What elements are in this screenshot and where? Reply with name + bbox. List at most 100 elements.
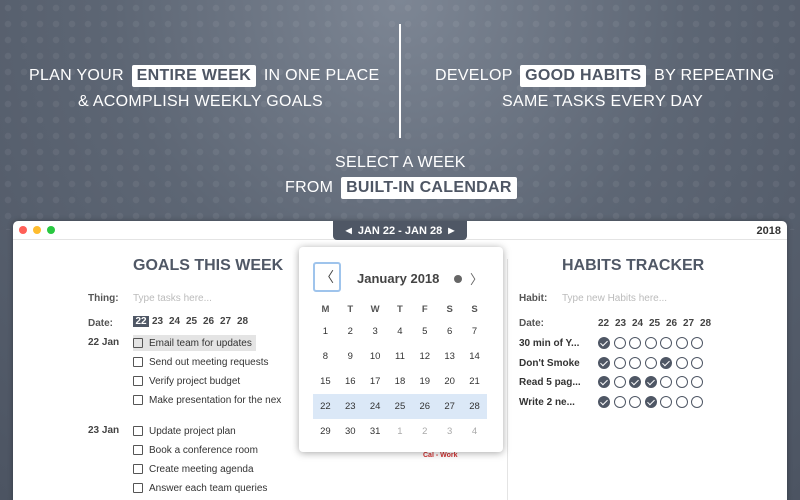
- week-range-label[interactable]: JAN 22 - JAN 28: [358, 225, 442, 237]
- calendar-day[interactable]: 30: [338, 426, 363, 437]
- calendar-week-row[interactable]: 22 23 24 25 26 27 28: [313, 394, 487, 419]
- calendar-day[interactable]: 5: [412, 326, 437, 337]
- prev-week-button[interactable]: ◀: [346, 226, 352, 235]
- task-checkbox[interactable]: [133, 376, 143, 386]
- calendar-day[interactable]: 9: [338, 351, 363, 362]
- calendar-day[interactable]: 1: [313, 326, 338, 337]
- habit-check-circle[interactable]: [629, 395, 641, 408]
- zoom-window-button[interactable]: [47, 226, 55, 234]
- calendar-week-row[interactable]: 8 9 10 11 12 13 14: [313, 344, 487, 369]
- calendar-day[interactable]: 10: [363, 351, 388, 362]
- habit-input[interactable]: Type new Habits here...: [562, 293, 667, 304]
- calendar-day[interactable]: 1: [388, 426, 413, 437]
- habit-check-circle[interactable]: [660, 356, 672, 369]
- task-item[interactable]: Answer each team queries: [133, 480, 271, 496]
- next-week-button[interactable]: ▶: [448, 226, 454, 235]
- task-item[interactable]: Send out meeting requests: [133, 354, 273, 370]
- calendar-day[interactable]: 2: [412, 426, 437, 437]
- calendar-day[interactable]: 24: [363, 401, 388, 412]
- calendar-day[interactable]: 26: [412, 401, 437, 412]
- calendar-day[interactable]: 4: [462, 426, 487, 437]
- thing-input[interactable]: Type tasks here...: [133, 293, 212, 304]
- calendar-day[interactable]: 2: [338, 326, 363, 337]
- minimize-window-button[interactable]: [33, 226, 41, 234]
- calendar-day[interactable]: 31: [363, 426, 388, 437]
- habit-check-circle[interactable]: [691, 395, 703, 408]
- habit-check-circle[interactable]: [644, 395, 657, 408]
- calendar-day[interactable]: 14: [462, 351, 487, 362]
- habit-check-circle[interactable]: [598, 395, 610, 408]
- calendar-day[interactable]: 29: [313, 426, 338, 437]
- habit-check-circle[interactable]: [675, 356, 688, 369]
- habit-check-circle[interactable]: [629, 376, 641, 388]
- habit-check-circle[interactable]: [598, 356, 610, 369]
- habit-check-circle[interactable]: [613, 356, 626, 369]
- calendar-day[interactable]: 21: [462, 376, 487, 387]
- habit-check-circle[interactable]: [675, 337, 688, 349]
- task-item[interactable]: Verify project budget: [133, 373, 244, 389]
- habit-check-circle[interactable]: [675, 395, 688, 408]
- task-checkbox[interactable]: [133, 464, 143, 474]
- habit-check-circle[interactable]: [660, 337, 672, 349]
- calendar-day[interactable]: 7: [462, 326, 487, 337]
- habit-check-circle[interactable]: [691, 356, 703, 369]
- prev-month-button[interactable]: 〈: [313, 262, 341, 292]
- task-checkbox[interactable]: [133, 357, 143, 367]
- task-item[interactable]: Email team for updates: [133, 335, 256, 351]
- calendar-day[interactable]: 11: [388, 351, 413, 362]
- habit-check-circle[interactable]: [660, 376, 672, 388]
- calendar-day[interactable]: 25: [388, 401, 413, 412]
- calendar-day[interactable]: 19: [412, 376, 437, 387]
- habit-check-circle[interactable]: [613, 337, 626, 349]
- day-28[interactable]: 28: [237, 316, 254, 327]
- habit-check-circle[interactable]: [644, 337, 657, 349]
- day-24[interactable]: 24: [169, 316, 186, 327]
- calendar-day[interactable]: 6: [437, 326, 462, 337]
- calendar-day[interactable]: 23: [338, 401, 363, 412]
- calendar-day[interactable]: 20: [437, 376, 462, 387]
- calendar-day[interactable]: 22: [313, 401, 338, 412]
- habit-check-circle[interactable]: [613, 395, 626, 408]
- today-dot-button[interactable]: [454, 275, 462, 283]
- task-checkbox[interactable]: [133, 483, 143, 493]
- habit-check-circle[interactable]: [644, 356, 657, 369]
- task-item[interactable]: Create meeting agenda: [133, 461, 258, 477]
- task-checkbox[interactable]: [133, 445, 143, 455]
- day-26[interactable]: 26: [203, 316, 220, 327]
- close-window-button[interactable]: [19, 226, 27, 234]
- calendar-day[interactable]: 18: [388, 376, 413, 387]
- habit-check-circle[interactable]: [629, 356, 641, 369]
- calendar-day[interactable]: 4: [388, 326, 413, 337]
- day-23[interactable]: 23: [152, 316, 169, 327]
- task-item[interactable]: Update project plan: [133, 423, 240, 439]
- calendar-day[interactable]: 15: [313, 376, 338, 387]
- task-checkbox[interactable]: [133, 395, 143, 405]
- habit-check-circle[interactable]: [660, 395, 672, 408]
- day-22[interactable]: 22: [133, 316, 149, 327]
- habit-check-circle[interactable]: [691, 376, 703, 388]
- day-27[interactable]: 27: [220, 316, 237, 327]
- task-item[interactable]: Make presentation for the nex: [133, 392, 285, 408]
- calendar-week-row[interactable]: 15 16 17 18 19 20 21: [313, 369, 487, 394]
- habit-check-circle[interactable]: [675, 376, 688, 388]
- calendar-day[interactable]: 12: [412, 351, 437, 362]
- habit-check-circle[interactable]: [598, 376, 610, 388]
- calendar-week-row[interactable]: 29 30 31 1 2 3 4: [313, 419, 487, 444]
- task-checkbox[interactable]: [133, 338, 143, 348]
- habit-check-circle[interactable]: [598, 337, 610, 349]
- calendar-day[interactable]: 3: [437, 426, 462, 437]
- habit-check-circle[interactable]: [629, 337, 641, 349]
- calendar-day[interactable]: 16: [338, 376, 363, 387]
- calendar-day[interactable]: 13: [437, 351, 462, 362]
- calendar-day[interactable]: 8: [313, 351, 338, 362]
- next-month-button[interactable]: 〉: [470, 269, 483, 288]
- calendar-week-row[interactable]: 1234567: [313, 319, 487, 344]
- task-item[interactable]: Book a conference room: [133, 442, 262, 458]
- calendar-day[interactable]: 17: [363, 376, 388, 387]
- calendar-day[interactable]: 28: [462, 401, 487, 412]
- habit-check-circle[interactable]: [691, 337, 703, 349]
- task-checkbox[interactable]: [133, 426, 143, 436]
- calendar-day[interactable]: 27: [437, 401, 462, 412]
- day-25[interactable]: 25: [186, 316, 203, 327]
- calendar-day[interactable]: 3: [363, 326, 388, 337]
